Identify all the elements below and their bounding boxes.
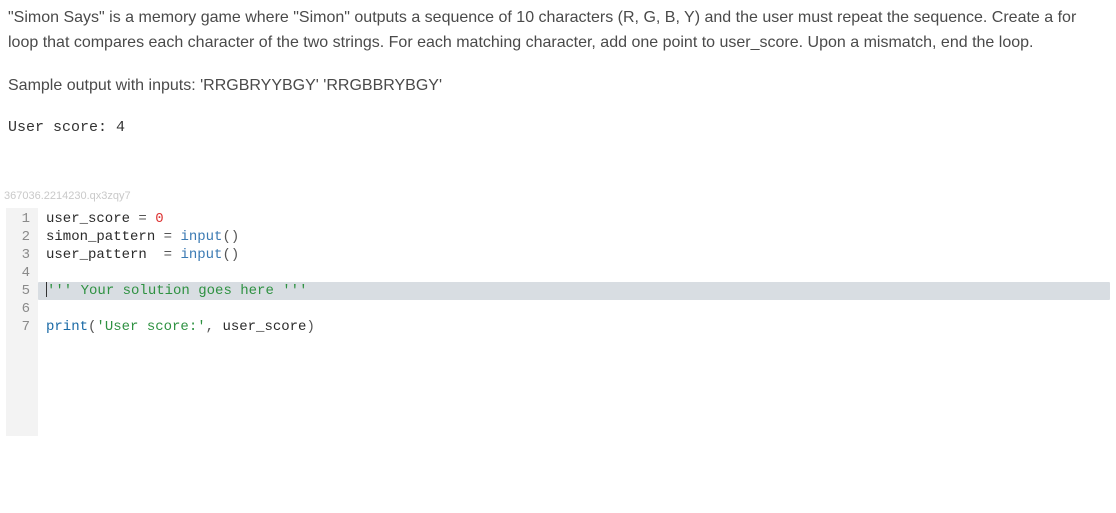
- code-area[interactable]: user_score = 0 simon_pattern = input() u…: [38, 208, 1116, 436]
- line-number: 7: [16, 318, 30, 336]
- code-line-1[interactable]: user_score = 0: [46, 210, 1110, 228]
- problem-paragraph: "Simon Says" is a memory game where "Sim…: [8, 6, 1108, 56]
- line-number: 3: [16, 246, 30, 264]
- code-line-7[interactable]: print('User score:', user_score): [46, 318, 1110, 336]
- watermark-text: 367036.2214230.qx3zqy7: [0, 190, 1116, 208]
- code-line-5[interactable]: ''' Your solution goes here ''': [38, 282, 1110, 300]
- line-number: 5: [16, 282, 30, 300]
- code-line-3[interactable]: user_pattern = input(): [46, 246, 1110, 264]
- line-number: 2: [16, 228, 30, 246]
- code-line-6[interactable]: [46, 300, 1110, 318]
- code-line-2[interactable]: simon_pattern = input(): [46, 228, 1110, 246]
- line-number: 6: [16, 300, 30, 318]
- problem-description: "Simon Says" is a memory game where "Sim…: [0, 0, 1116, 140]
- sample-output-label: Sample output with inputs: 'RRGBRYYBGY' …: [8, 74, 1108, 99]
- code-line-4[interactable]: [46, 264, 1110, 282]
- line-number: 1: [16, 210, 30, 228]
- line-number-gutter: 1 2 3 4 5 6 7: [6, 208, 38, 436]
- sample-output-value: User score: 4: [8, 116, 1108, 139]
- line-number: 4: [16, 264, 30, 282]
- code-editor[interactable]: 1 2 3 4 5 6 7 user_score = 0 simon_patte…: [6, 208, 1116, 436]
